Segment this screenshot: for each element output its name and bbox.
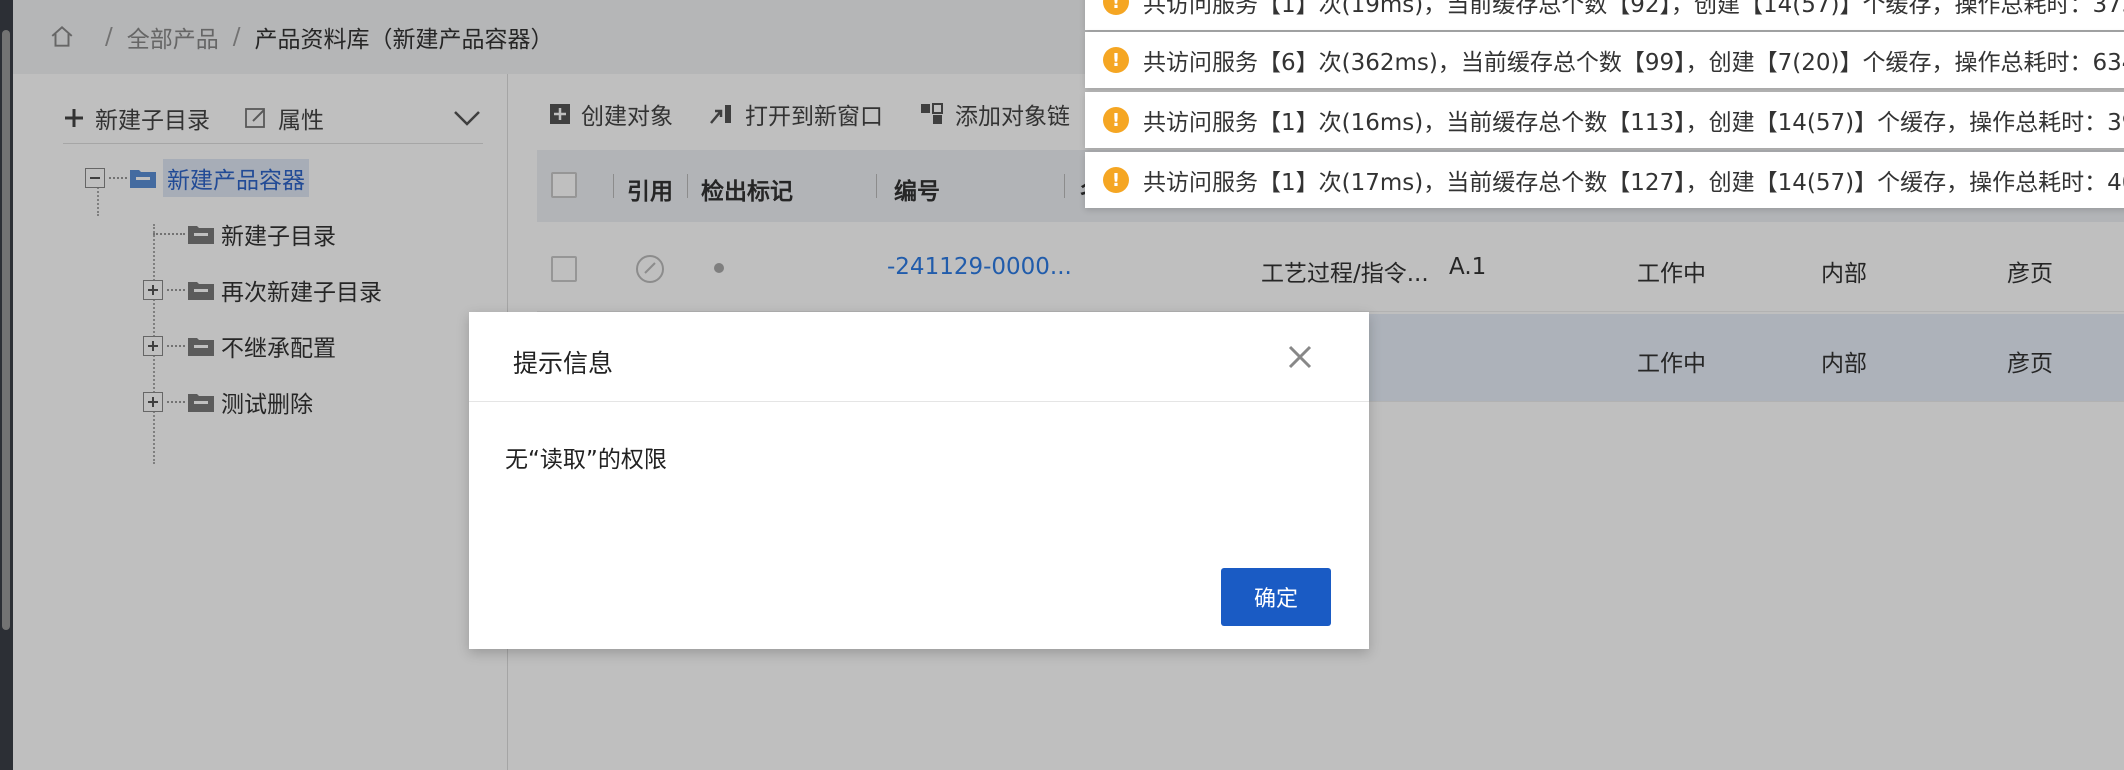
warning-icon: ! [1103,107,1129,133]
dialog-message: 无“读取”的权限 [505,447,667,473]
notification-toast: ! 共访问服务【1】次(19ms)，当前缓存总个数【92】，创建【14(57)】… [1085,0,2124,30]
dialog-header: 提示信息 [469,312,1369,402]
message-dialog: 提示信息 无“读取”的权限 确定 [469,312,1369,649]
warning-icon: ! [1103,167,1129,193]
warning-icon: ! [1103,0,1129,15]
notification-text: 共访问服务【1】次(17ms)，当前缓存总个数【127】，创建【14(57)】个… [1143,170,2124,196]
notification-text: 共访问服务【6】次(362ms)，当前缓存总个数【99】，创建【7(20)】个缓… [1143,50,2124,76]
notification-toast: ! 共访问服务【6】次(362ms)，当前缓存总个数【99】，创建【7(20)】… [1085,32,2124,88]
notification-toast: ! 共访问服务【1】次(17ms)，当前缓存总个数【127】，创建【14(57)… [1085,152,2124,208]
dialog-title: 提示信息 [513,349,614,378]
close-icon[interactable] [1287,344,1313,370]
warning-icon: ! [1103,47,1129,73]
ok-button[interactable]: 确定 [1221,568,1331,626]
notification-toast: ! 共访问服务【1】次(16ms)，当前缓存总个数【113】，创建【14(57)… [1085,92,2124,148]
notification-text: 共访问服务【1】次(16ms)，当前缓存总个数【113】，创建【14(57)】个… [1143,110,2124,136]
notification-text: 共访问服务【1】次(19ms)，当前缓存总个数【92】，创建【14(57)】个缓… [1143,0,2124,18]
